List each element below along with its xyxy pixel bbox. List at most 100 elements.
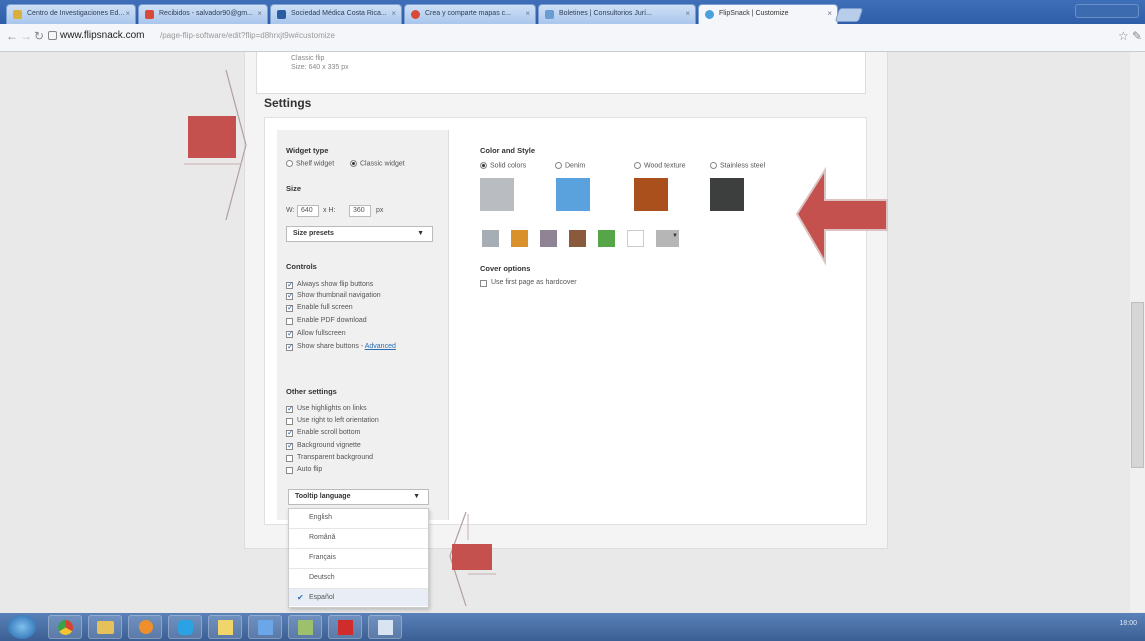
color-picker-button[interactable]: ▼ (656, 230, 679, 247)
close-icon[interactable]: × (125, 5, 130, 23)
language-option[interactable]: Deutsch (309, 574, 335, 581)
swatch-steel[interactable] (710, 178, 744, 211)
browser-tab-active[interactable]: FlipSnack | Customize × (698, 4, 838, 24)
app-taskbar-icon[interactable] (208, 615, 242, 639)
close-icon[interactable]: × (257, 5, 262, 23)
size-presets-select[interactable]: Size presets ▼ (286, 226, 433, 242)
language-option[interactable]: English (309, 514, 332, 521)
tab-label: Sociedad Médica Costa Rica... (291, 10, 387, 17)
checkbox[interactable] (286, 418, 293, 425)
height-input[interactable]: 360 (349, 205, 371, 217)
checkbox[interactable] (480, 280, 487, 287)
bookmark-star-icon[interactable]: ☆ (1118, 29, 1129, 43)
address-bar[interactable]: www.flipsnack.com /page-flip-software/ed… (30, 28, 1105, 48)
tab-label: Centro de Investigaciones Ed... (27, 10, 125, 17)
folder-icon (97, 621, 114, 634)
swatch-wood[interactable] (634, 178, 668, 211)
start-button[interactable] (8, 615, 36, 639)
cover-options-heading: Cover options (480, 264, 531, 273)
scrollbar-thumb[interactable] (1131, 302, 1144, 468)
checkbox[interactable] (286, 318, 293, 325)
back-icon[interactable]: ← (6, 29, 18, 43)
favicon-icon (545, 10, 554, 19)
app-taskbar-icon[interactable] (288, 615, 322, 639)
skype-taskbar-icon[interactable] (168, 615, 202, 639)
explorer-taskbar-icon[interactable] (88, 615, 122, 639)
flipsnack-icon (705, 10, 714, 19)
checkbox-label: Show thumbnail navigation (297, 292, 381, 299)
tab-label: Crea y comparte mapas c... (425, 10, 511, 17)
checkbox[interactable] (286, 441, 294, 450)
radio-wood-texture[interactable]: Wood texture (634, 162, 686, 169)
divider (289, 548, 428, 549)
checkbox-label: Use right to left orientation (297, 417, 379, 424)
radio-selected-icon (350, 160, 357, 167)
radio-denim[interactable]: Denim (555, 162, 585, 169)
checkbox[interactable] (286, 329, 294, 338)
new-tab-button[interactable] (834, 8, 864, 22)
tooltip-language-select[interactable]: Tooltip language ▼ (288, 489, 429, 505)
window-controls[interactable] (1075, 4, 1139, 18)
gmail-icon (145, 10, 154, 19)
checkbox[interactable] (286, 404, 294, 413)
radio-solid-colors[interactable]: Solid colors (480, 162, 526, 169)
tab-label: FlipSnack | Customize (719, 10, 789, 17)
checkbox[interactable] (286, 303, 294, 312)
settings-title: Settings (264, 96, 312, 110)
checkbox[interactable] (286, 467, 293, 474)
favicon-icon (411, 10, 420, 19)
app-icon (258, 620, 273, 635)
browser-tab[interactable]: Boletines | Consultorios Jurí... × (538, 4, 696, 24)
browser-tab[interactable]: Centro de Investigaciones Ed... × (6, 4, 136, 24)
checkbox[interactable] (286, 455, 293, 462)
radio-shelf-widget[interactable]: Shelf widget (286, 160, 334, 167)
wrench-icon[interactable]: ✎ (1132, 29, 1142, 43)
color-swatch[interactable] (569, 230, 586, 247)
windows-taskbar: 18:00 (0, 613, 1145, 641)
close-icon[interactable]: × (685, 5, 690, 23)
checkbox[interactable] (286, 342, 294, 351)
swatch-solid[interactable] (480, 178, 514, 211)
checkbox[interactable] (286, 291, 294, 300)
checkbox-label: Enable PDF download (297, 317, 367, 324)
width-input[interactable]: 640 (297, 205, 319, 217)
advanced-link[interactable]: Advanced (365, 343, 396, 350)
swatch-denim[interactable] (556, 178, 590, 211)
app-taskbar-icon[interactable] (368, 615, 402, 639)
browser-tab[interactable]: Crea y comparte mapas c... × (404, 4, 536, 24)
annotation-arrow-left-small (449, 511, 496, 607)
color-swatch[interactable] (627, 230, 644, 247)
system-tray[interactable]: 18:00 (945, 616, 1145, 638)
tab-label: Recibidos - salvador90@gm... (159, 10, 253, 17)
close-icon[interactable]: × (525, 5, 530, 23)
browser-tab[interactable]: Sociedad Médica Costa Rica... × (270, 4, 402, 24)
color-swatch[interactable] (482, 230, 499, 247)
language-dropdown: English Română Français Deutsch ✔ Españo… (288, 508, 429, 608)
close-icon[interactable]: × (391, 5, 396, 23)
checkbox-label: Enable full screen (297, 304, 353, 311)
divider (289, 588, 428, 589)
pdf-taskbar-icon[interactable] (328, 615, 362, 639)
language-option-selected[interactable]: Español (309, 594, 334, 601)
pen-icon (298, 620, 313, 635)
color-swatch[interactable] (598, 230, 615, 247)
language-option[interactable]: Română (309, 534, 335, 541)
browser-tab[interactable]: Recibidos - salvador90@gm... × (138, 4, 268, 24)
radio-classic-widget[interactable]: Classic widget (350, 160, 405, 167)
close-icon[interactable]: × (827, 5, 832, 23)
language-option[interactable]: Français (309, 554, 336, 561)
flip-size-text: Size: 640 x 335 px (291, 64, 349, 71)
media-taskbar-icon[interactable] (128, 615, 162, 639)
color-swatch[interactable] (511, 230, 528, 247)
color-style-heading: Color and Style (480, 146, 536, 155)
checkbox[interactable] (286, 280, 294, 289)
checkbox[interactable] (286, 428, 294, 437)
app-taskbar-icon[interactable] (248, 615, 282, 639)
color-swatch[interactable] (540, 230, 557, 247)
controls-heading: Controls (286, 262, 317, 271)
chrome-taskbar-icon[interactable] (48, 615, 82, 639)
chevron-down-icon: ▼ (672, 233, 678, 239)
checkbox-label: Use first page as hardcover (491, 279, 577, 286)
radio-stainless-steel[interactable]: Stainless steel (710, 162, 765, 169)
clock[interactable]: 18:00 (1119, 620, 1137, 627)
